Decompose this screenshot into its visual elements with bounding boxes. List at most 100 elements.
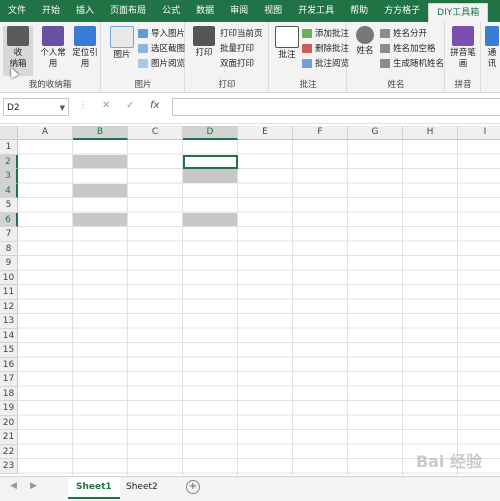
row-header-19[interactable]: 19: [0, 401, 18, 416]
browse-comment-button[interactable]: 批注阅览: [302, 58, 349, 71]
tab-page-layout[interactable]: 页面布局: [102, 0, 154, 22]
tab-fangfang[interactable]: 方方格子: [376, 0, 428, 22]
name-box[interactable]: D2 ▼: [3, 98, 69, 116]
delete-comment-button[interactable]: 删除批注: [302, 43, 349, 56]
selected-cell-b2[interactable]: [73, 154, 127, 168]
image-browse-button[interactable]: 图片阅览: [138, 58, 185, 71]
prev-sheet-icon[interactable]: ◀: [10, 481, 17, 491]
row-header-14[interactable]: 14: [0, 328, 18, 343]
split-name-button[interactable]: 姓名分开: [380, 28, 427, 41]
import-image-button[interactable]: 导入图片: [138, 28, 185, 41]
printer-icon: [193, 26, 215, 46]
tab-view[interactable]: 视图: [256, 0, 290, 22]
row-header-13[interactable]: 13: [0, 314, 18, 329]
screenshot-icon: [138, 44, 148, 53]
row-header-22[interactable]: 22: [0, 444, 18, 459]
tab-file[interactable]: 文件: [0, 0, 34, 22]
row-header-16[interactable]: 16: [0, 357, 18, 372]
row-header-2[interactable]: 2: [0, 154, 18, 169]
split-name-icon: [380, 29, 390, 38]
pinyin-stroke-button[interactable]: 拼音笔 画: [448, 26, 478, 70]
tab-formulas[interactable]: 公式: [154, 0, 188, 22]
column-header-e[interactable]: E: [238, 126, 293, 140]
duplex-print-label: 双面打印: [220, 59, 255, 69]
column-header-a[interactable]: A: [18, 126, 73, 140]
row-header-1[interactable]: 1: [0, 140, 18, 155]
formula-input[interactable]: [172, 98, 500, 116]
sheet-tab-2[interactable]: Sheet2: [118, 477, 166, 497]
image-button[interactable]: 图片: [108, 26, 136, 61]
tab-insert[interactable]: 插入: [68, 0, 102, 22]
row-header-18[interactable]: 18: [0, 386, 18, 401]
batch-print-button[interactable]: 批量打印: [220, 43, 254, 56]
row-header-3[interactable]: 3: [0, 169, 18, 184]
add-comment-button[interactable]: 添加批注: [302, 28, 349, 41]
column-header-h[interactable]: H: [403, 126, 458, 140]
column-header-i[interactable]: I: [458, 126, 500, 140]
print-label: 打印: [195, 48, 213, 58]
contact-button[interactable]: 通 讯: [484, 26, 500, 70]
tab-help[interactable]: 帮助: [342, 0, 376, 22]
active-cell[interactable]: [183, 154, 238, 169]
column-header-c[interactable]: C: [128, 126, 183, 140]
cell-area[interactable]: [18, 140, 500, 476]
tab-data[interactable]: 数据: [188, 0, 222, 22]
chevron-down-icon[interactable]: ▼: [60, 99, 65, 117]
more-icon: ⋮: [78, 100, 88, 111]
selected-cell-b6[interactable]: [73, 212, 127, 226]
row-header-23[interactable]: 23: [0, 459, 18, 474]
add-comment-label: 添加批注: [315, 29, 350, 39]
column-header-d[interactable]: D: [183, 126, 238, 140]
tab-diy-toolbox[interactable]: DIY工具箱: [428, 3, 489, 22]
group-pinyin-label: 拼音: [454, 80, 472, 90]
confirm-button[interactable]: ✓: [126, 100, 134, 111]
row-header-5[interactable]: 5: [0, 198, 18, 213]
browse-comment-icon: [302, 59, 312, 68]
region-screenshot-button[interactable]: 选区截图: [138, 43, 185, 56]
print-current-page-label: 打印当前页: [220, 29, 263, 39]
row-header-12[interactable]: 12: [0, 299, 18, 314]
batch-print-label: 批量打印: [220, 44, 255, 54]
cancel-button[interactable]: ✕: [102, 100, 110, 111]
toolbox-icon: [7, 26, 29, 46]
add-sheet-icon[interactable]: +: [186, 480, 200, 494]
column-header-g[interactable]: G: [348, 126, 403, 140]
personal-common-button[interactable]: 个人常 用: [37, 26, 69, 70]
locate-reference-button[interactable]: 定位引 用: [70, 26, 100, 70]
random-name-label: 生成随机姓名: [393, 59, 445, 69]
print-current-page-button[interactable]: 打印当前页: [220, 28, 263, 41]
comment-button[interactable]: 批注: [274, 26, 300, 61]
row-header-11[interactable]: 11: [0, 285, 18, 300]
row-header-6[interactable]: 6: [0, 212, 18, 227]
name-add-space-label: 姓名加空格: [393, 44, 436, 54]
print-button[interactable]: 打印: [190, 26, 218, 59]
select-all-corner[interactable]: [0, 126, 18, 140]
name-add-space-button[interactable]: 姓名加空格: [380, 43, 436, 56]
image-label: 图片: [113, 50, 131, 60]
name-button[interactable]: 姓名: [352, 26, 378, 57]
row-header-7[interactable]: 7: [0, 227, 18, 242]
row-header-4[interactable]: 4: [0, 183, 18, 198]
selected-cell-d6[interactable]: [183, 212, 237, 226]
group-comment: 批注 添加批注 删除批注 批注阅览 批注: [270, 22, 349, 92]
tab-review[interactable]: 审阅: [222, 0, 256, 22]
row-header-10[interactable]: 10: [0, 270, 18, 285]
tab-home[interactable]: 开始: [34, 0, 68, 22]
row-header-21[interactable]: 21: [0, 430, 18, 445]
image-browse-icon: [138, 59, 148, 68]
row-header-17[interactable]: 17: [0, 372, 18, 387]
tab-developer[interactable]: 开发工具: [290, 0, 342, 22]
random-name-button[interactable]: 生成随机姓名: [380, 58, 444, 71]
column-header-f[interactable]: F: [293, 126, 348, 140]
row-header-20[interactable]: 20: [0, 415, 18, 430]
next-sheet-icon[interactable]: ▶: [30, 481, 37, 491]
row-header-9[interactable]: 9: [0, 256, 18, 271]
sheet-tab-1[interactable]: Sheet1: [68, 477, 120, 499]
column-header-b[interactable]: B: [73, 126, 128, 140]
selected-cell-b4[interactable]: [73, 183, 127, 197]
selected-cell-d3[interactable]: [183, 169, 237, 183]
insert-function-button[interactable]: fx: [150, 100, 159, 111]
duplex-print-button[interactable]: 双面打印: [220, 58, 254, 71]
row-header-15[interactable]: 15: [0, 343, 18, 358]
row-header-8[interactable]: 8: [0, 241, 18, 256]
